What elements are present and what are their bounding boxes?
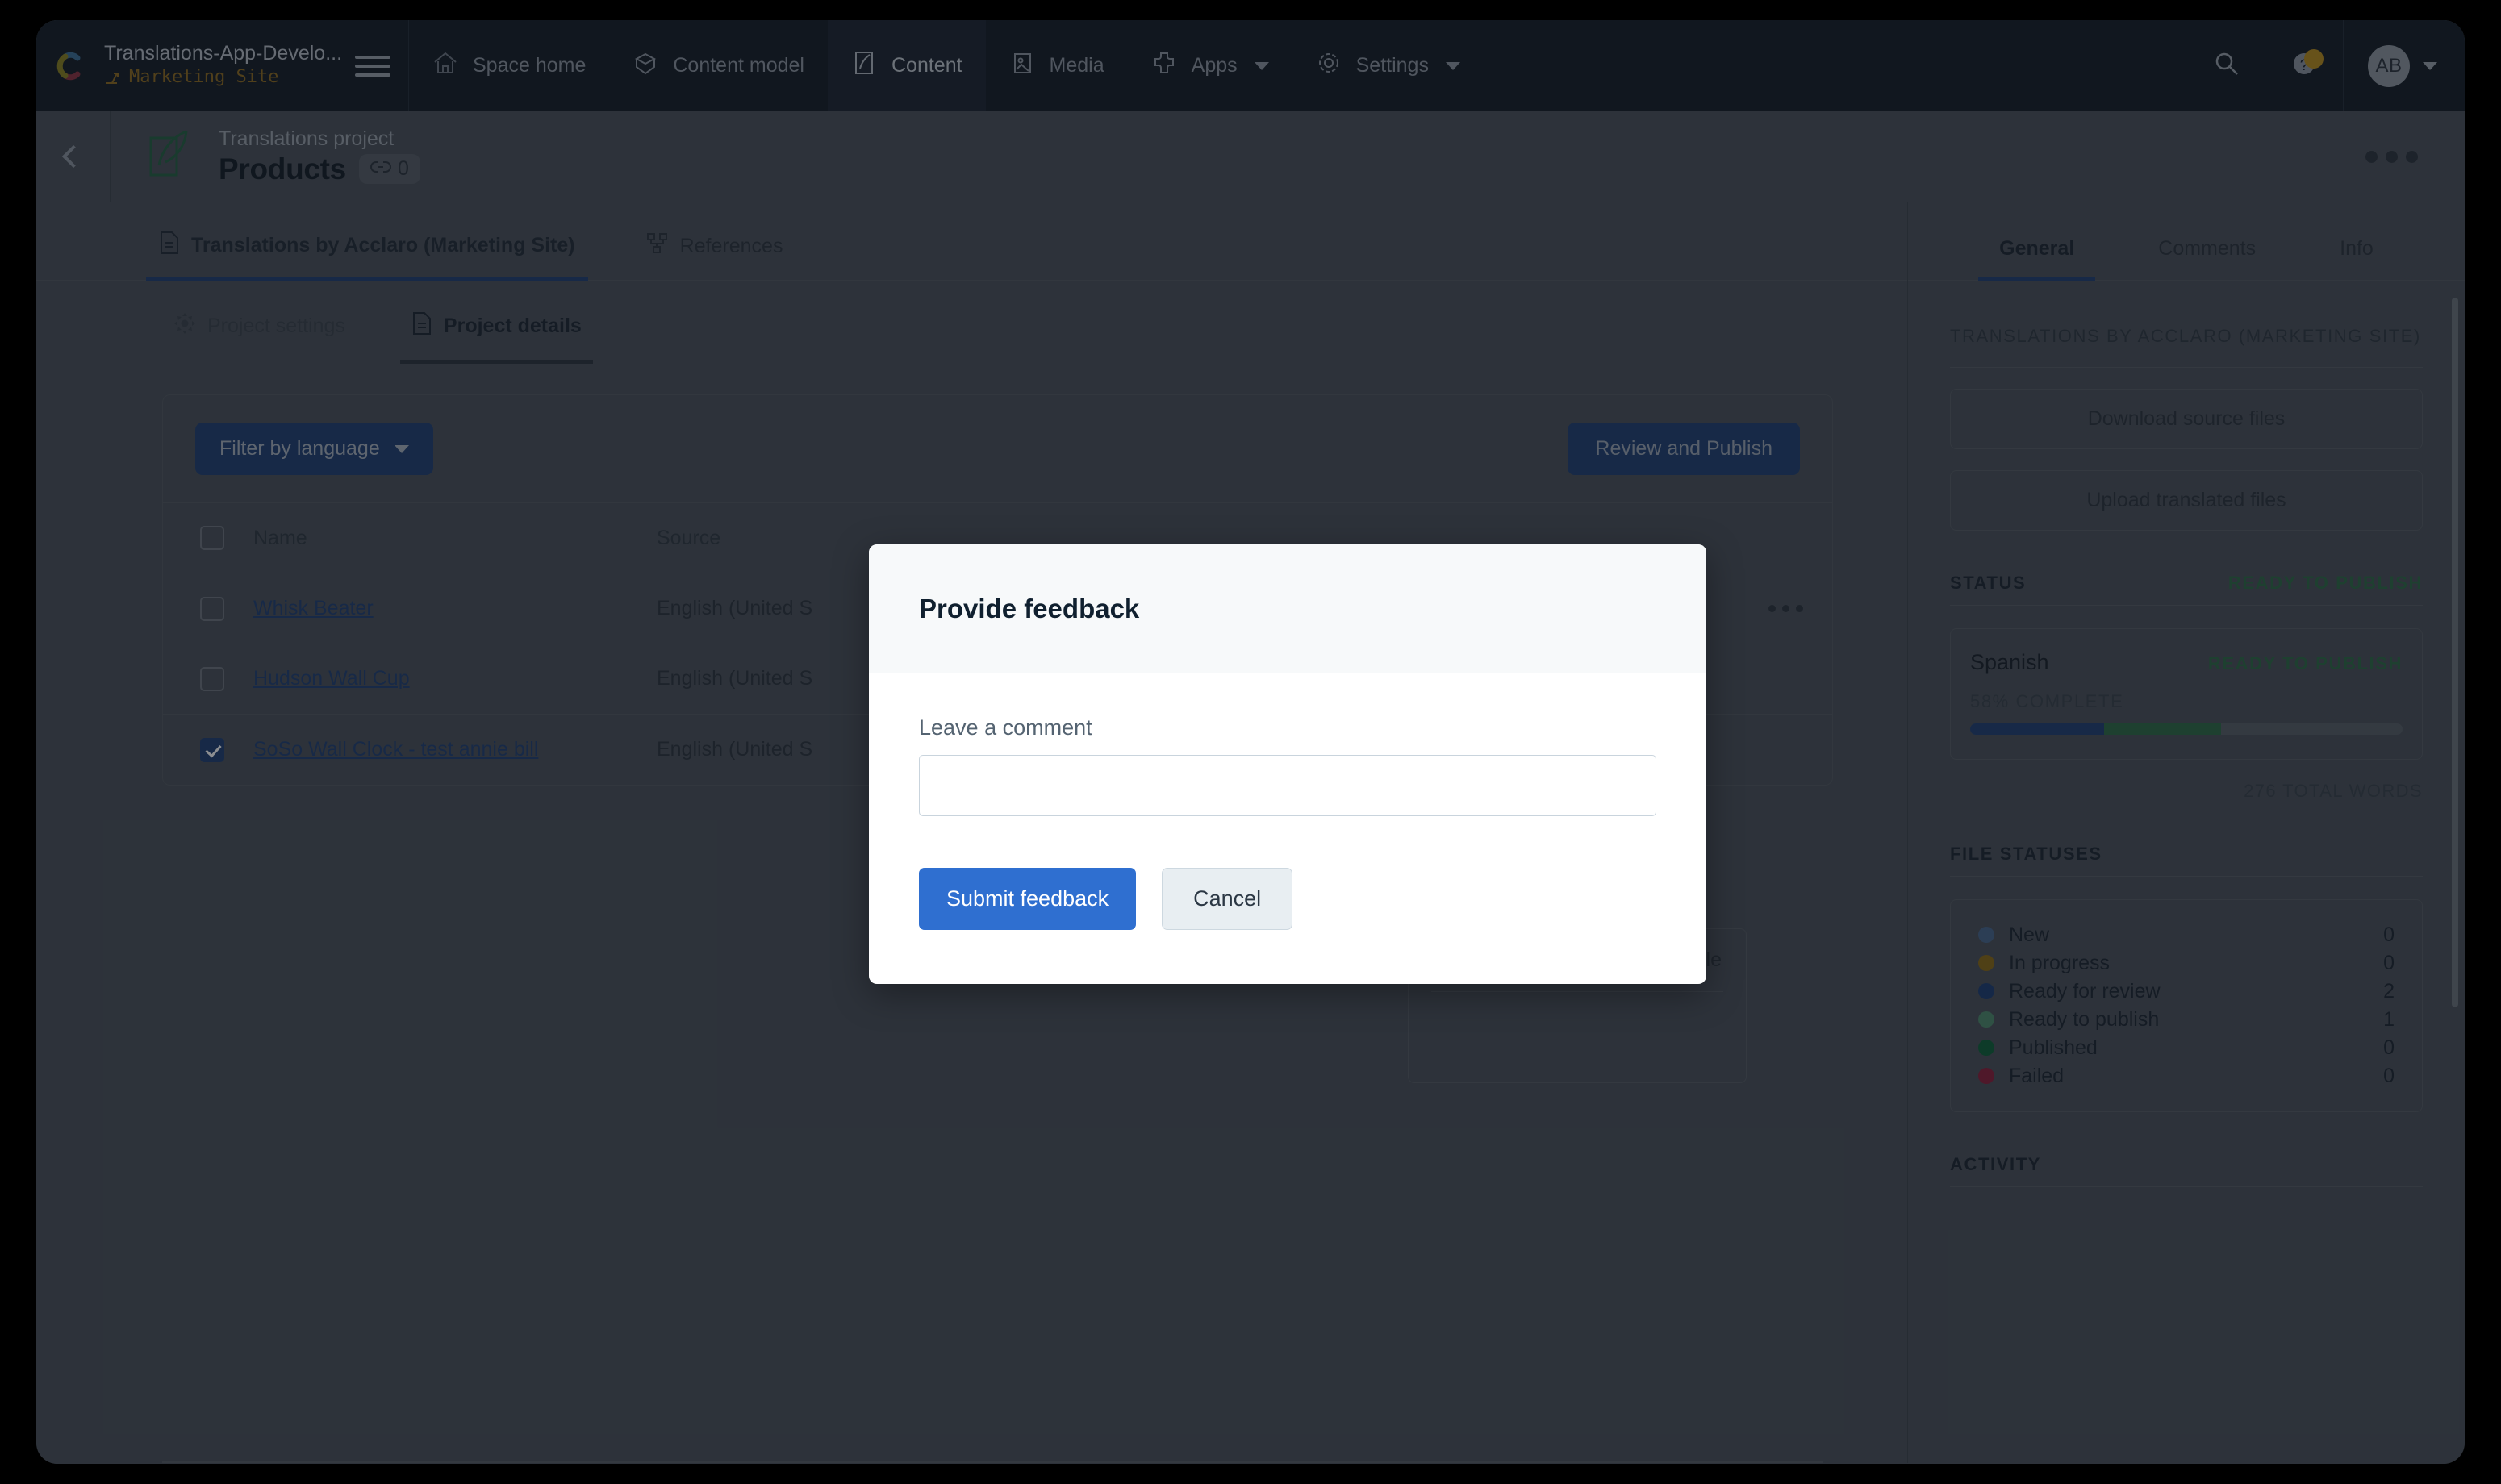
comment-input[interactable] [919,755,1656,816]
submit-feedback-button[interactable]: Submit feedback [919,868,1136,930]
modal-title: Provide feedback [919,594,1139,624]
modal-actions: Submit feedback Cancel [919,868,1656,930]
modal-body: Leave a comment Submit feedback Cancel [869,673,1706,930]
provide-feedback-modal: Provide feedback Leave a comment Submit … [869,544,1706,984]
comment-label: Leave a comment [919,715,1656,740]
cancel-button[interactable]: Cancel [1162,868,1292,930]
app-window: Translations-App-Develo... Marketing Sit… [36,20,2465,1464]
modal-header: Provide feedback [869,544,1706,673]
